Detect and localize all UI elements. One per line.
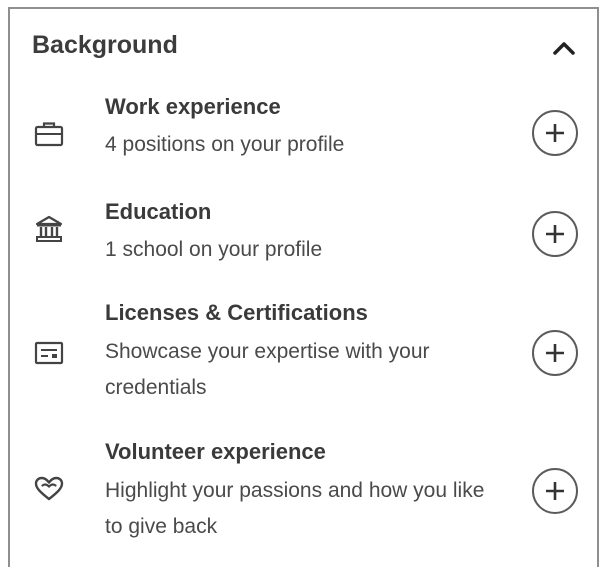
volunteer-experience-description: Highlight your passions and how you like… xyxy=(105,479,485,538)
volunteer-experience-item[interactable]: Volunteer experience Highlight your pass… xyxy=(10,436,597,556)
plus-icon xyxy=(546,124,564,142)
add-work-experience-button[interactable] xyxy=(532,110,578,156)
collapse-button[interactable] xyxy=(549,35,579,61)
background-section: Background Work experience 4 positions o… xyxy=(8,7,599,567)
section-header: Background xyxy=(32,31,581,65)
certificate-icon xyxy=(32,336,66,370)
licenses-certifications-description: Showcase your expertise with your creden… xyxy=(105,340,430,399)
volunteer-experience-label: Volunteer experience xyxy=(105,439,326,464)
work-experience-description: 4 positions on your profile xyxy=(105,133,345,156)
work-experience-label: Work experience xyxy=(105,94,281,119)
licenses-certifications-item[interactable]: Licenses & Certifications Showcase your … xyxy=(10,297,597,417)
chevron-up-icon xyxy=(553,42,575,55)
plus-icon xyxy=(546,482,564,500)
work-experience-item[interactable]: Work experience 4 positions on your prof… xyxy=(10,91,597,171)
heart-icon xyxy=(32,472,66,506)
add-volunteer-experience-button[interactable] xyxy=(532,468,578,514)
add-licenses-certifications-button[interactable] xyxy=(532,330,578,376)
plus-icon xyxy=(546,344,564,362)
plus-icon xyxy=(546,225,564,243)
education-description: 1 school on your profile xyxy=(105,238,323,261)
education-label: Education xyxy=(105,199,212,224)
add-education-button[interactable] xyxy=(532,211,578,257)
education-item[interactable]: Education 1 school on your profile xyxy=(10,196,597,276)
section-title: Background xyxy=(32,31,178,59)
licenses-certifications-label: Licenses & Certifications xyxy=(105,300,368,325)
briefcase-icon xyxy=(32,117,66,151)
school-icon xyxy=(32,212,66,246)
